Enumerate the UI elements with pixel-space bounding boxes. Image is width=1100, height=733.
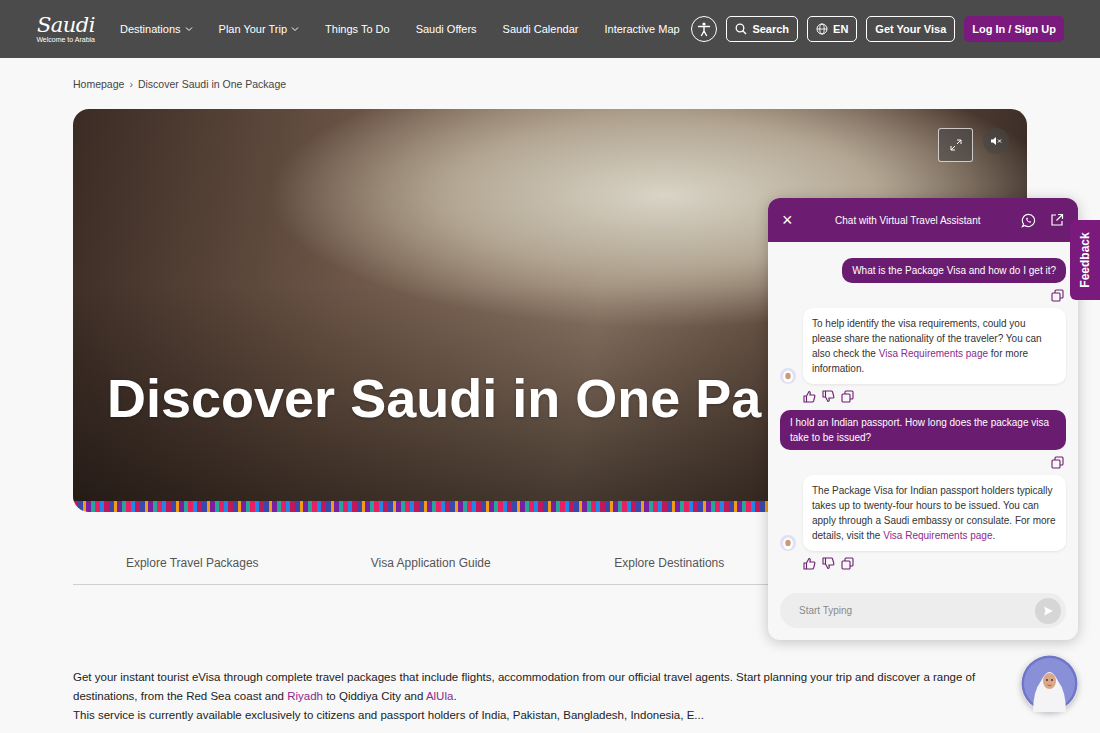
breadcrumb: Homepage › Discover Saudi in One Package: [73, 76, 1027, 92]
chat-header: × Chat with Virtual Travel Assistant: [768, 198, 1078, 242]
chat-messages: What is the Package Visa and how do I ge…: [768, 242, 1078, 571]
section-tab[interactable]: Visa Application Guide: [312, 546, 551, 584]
breadcrumb-item[interactable]: Discover Saudi in One Package: [138, 76, 286, 92]
thumbs-up-icon[interactable]: [803, 557, 816, 570]
send-icon: [1042, 605, 1054, 617]
message-text: .: [992, 530, 995, 541]
thumbs-down-icon[interactable]: [822, 557, 835, 570]
text-link[interactable]: AlUla: [426, 690, 453, 702]
copy-icon[interactable]: [1051, 456, 1064, 469]
speaker-muted-icon: [990, 135, 1002, 147]
login-button[interactable]: Log In / Sign Up: [964, 16, 1064, 42]
chat-input-bar: [780, 593, 1066, 628]
breadcrumb-item[interactable]: Homepage: [73, 76, 124, 92]
header-actions: Search EN Get Your Visa Log In / Sign Up: [691, 16, 1064, 42]
logo[interactable]: Saudi Welcome to Arabia: [35, 15, 95, 44]
user-message: I hold an Indian passport. How long does…: [780, 410, 1066, 450]
chat-title: Chat with Virtual Travel Assistant: [803, 215, 1013, 226]
nav-item[interactable]: Interactive Map: [604, 23, 679, 35]
globe-icon: [816, 23, 828, 35]
message-actions: [780, 289, 1066, 302]
nav-item[interactable]: Saudi Calendar: [503, 23, 579, 35]
message-actions: [780, 390, 1066, 403]
search-button[interactable]: Search: [726, 16, 798, 42]
message-text: What is the Package Visa and how do I ge…: [852, 265, 1056, 276]
copy-icon[interactable]: [1051, 289, 1064, 302]
assistant-avatar-icon: [780, 368, 796, 384]
chat-header-actions: [1021, 213, 1064, 228]
whatsapp-icon[interactable]: [1021, 213, 1036, 228]
message-text: I hold an Indian passport. How long does…: [790, 417, 1049, 443]
chevron-down-icon: [291, 25, 299, 33]
intro-paragraph: Get your instant tourist eVisa through c…: [73, 668, 1013, 706]
logo-word: Saudi: [37, 15, 95, 36]
expand-icon: [950, 139, 962, 151]
assistant-avatar-icon: [780, 535, 796, 551]
copy-icon[interactable]: [841, 557, 854, 570]
section-tab[interactable]: Explore Travel Packages: [73, 546, 312, 584]
text-segment: .: [453, 690, 456, 702]
message-link[interactable]: Visa Requirements page: [883, 530, 992, 541]
user-message: What is the Package Visa and how do I ge…: [842, 258, 1066, 283]
assistant-message-row: The Package Visa for Indian passport hol…: [780, 475, 1066, 551]
assistant-message: The Package Visa for Indian passport hol…: [803, 475, 1066, 551]
thumbs-down-icon[interactable]: [822, 390, 835, 403]
message-link[interactable]: Visa Requirements page: [879, 348, 988, 359]
intro-text: Get your instant tourist eVisa through c…: [73, 668, 1013, 725]
assistant-message-row: To help identify the visa requirements, …: [780, 308, 1066, 384]
accessibility-icon: [696, 21, 712, 37]
hero-title: Discover Saudi in One Pa: [107, 366, 761, 431]
send-button[interactable]: [1035, 598, 1061, 624]
top-nav-bar: Saudi Welcome to Arabia Destinations Pla…: [0, 0, 1100, 58]
message-actions: [780, 456, 1066, 469]
logo-tagline: Welcome to Arabia: [36, 36, 95, 44]
chat-input[interactable]: [797, 604, 1035, 617]
main-nav: Destinations Plan Your Trip Things To Do…: [120, 23, 680, 35]
chat-window: × Chat with Virtual Travel Assistant Wha…: [768, 198, 1078, 640]
feedback-tab[interactable]: Feedback: [1070, 220, 1100, 300]
nav-item[interactable]: Things To Do: [325, 23, 390, 35]
nav-item[interactable]: Saudi Offers: [416, 23, 477, 35]
message-actions: [780, 557, 1066, 570]
nav-item[interactable]: Plan Your Trip: [219, 23, 300, 35]
section-tab[interactable]: Explore Destinations: [550, 546, 789, 584]
get-visa-button[interactable]: Get Your Visa: [866, 16, 955, 42]
thumbs-up-icon[interactable]: [803, 390, 816, 403]
chevron-down-icon: [185, 25, 193, 33]
assistant-launcher[interactable]: [1021, 655, 1078, 712]
assistant-avatar-icon: [1021, 655, 1078, 712]
chat-close-button[interactable]: ×: [780, 211, 795, 229]
nav-item[interactable]: Destinations: [120, 23, 193, 35]
breadcrumb-separator: ›: [129, 76, 133, 92]
text-segment: Get your instant tourist eVisa through c…: [73, 671, 975, 702]
text-link[interactable]: Riyadh: [287, 690, 323, 702]
mute-button[interactable]: [983, 128, 1009, 154]
availability-notice: This service is currently available excl…: [73, 706, 1013, 725]
text-segment: to Qiddiya City and: [323, 690, 426, 702]
page: Saudi Welcome to Arabia Destinations Pla…: [0, 0, 1100, 733]
copy-icon[interactable]: [841, 390, 854, 403]
fullscreen-button[interactable]: [938, 128, 973, 162]
search-icon: [735, 23, 747, 35]
accessibility-button[interactable]: [691, 16, 717, 42]
external-link-icon[interactable]: [1050, 213, 1064, 227]
assistant-message: To help identify the visa requirements, …: [803, 308, 1066, 384]
language-button[interactable]: EN: [807, 16, 857, 42]
